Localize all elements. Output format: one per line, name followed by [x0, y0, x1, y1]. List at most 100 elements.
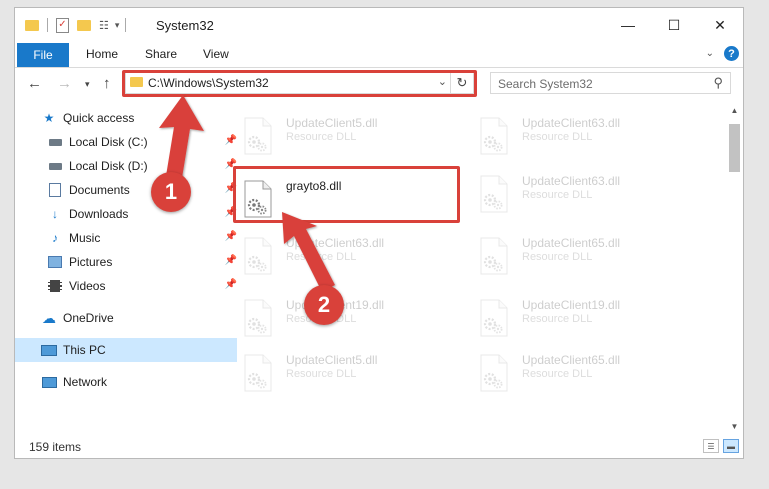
file-name: UpdateClient65.dll	[522, 236, 621, 250]
file-type: Resource DLL	[286, 368, 357, 380]
address-highlight-box	[122, 70, 477, 97]
sidebar-item-pictures[interactable]: Pictures 📌	[15, 250, 243, 274]
list-item[interactable]: UpdateClient63.dll Resource DLL	[471, 170, 691, 218]
minimize-icon: —	[621, 17, 635, 33]
maximize-icon: ☐	[667, 16, 681, 33]
file-highlight-box	[233, 166, 460, 223]
dll-file-icon	[475, 353, 513, 393]
scroll-down-icon[interactable]: ▼	[726, 418, 743, 434]
file-type: Resource DLL	[522, 189, 593, 201]
minimize-button[interactable]: —	[605, 8, 651, 42]
help-icon[interactable]: ?	[724, 46, 739, 61]
sidebar-item-label: Local Disk (C:)	[69, 135, 148, 149]
sidebar-item-local-disk-c[interactable]: Local Disk (C:) 📌	[15, 130, 243, 154]
tab-share[interactable]: Share	[145, 47, 177, 61]
dll-file-icon	[475, 174, 513, 214]
explorer-window: ✓ ☷ ▾ System32 — ☐ ✕ File Home Share Vie…	[14, 7, 744, 459]
view-toggle: ☰ ▬	[703, 439, 739, 453]
dropdown-icon[interactable]: ▾	[115, 20, 120, 31]
sidebar-item-label: OneDrive	[63, 311, 114, 325]
maximize-button[interactable]: ☐	[651, 8, 697, 42]
network-icon	[41, 375, 57, 389]
computer-icon	[41, 343, 57, 357]
list-item[interactable]: UpdateClient63.dll Resource DLL	[471, 112, 691, 160]
file-type: Resource DLL	[522, 368, 593, 380]
file-name: UpdateClient5.dll	[286, 116, 378, 130]
tab-home[interactable]: Home	[86, 47, 118, 61]
dll-file-icon	[239, 236, 277, 276]
tab-file[interactable]: File	[17, 43, 69, 67]
dll-file-icon	[475, 236, 513, 276]
separator	[47, 18, 48, 32]
sidebar-item-downloads[interactable]: ↓ Downloads 📌	[15, 202, 243, 226]
file-name: UpdateClient19.dll	[522, 298, 621, 312]
search-icon: ⚲	[713, 75, 723, 90]
tiles-view-icon[interactable]: ▬	[723, 439, 739, 453]
sidebar-item-network[interactable]: Network	[15, 370, 237, 394]
back-arrow-icon[interactable]: ←	[27, 75, 42, 92]
search-placeholder: Search System32	[498, 77, 593, 91]
sidebar-item-music[interactable]: ♪ Music 📌	[15, 226, 243, 250]
list-item[interactable]: UpdateClient65.dll Resource DLL	[471, 232, 691, 280]
dll-file-icon	[239, 116, 277, 156]
sidebar-item-label: Downloads	[69, 207, 129, 221]
separator	[125, 18, 127, 32]
scroll-thumb[interactable]	[729, 124, 740, 172]
ribbon-right-controls: ⌄ ?	[706, 46, 739, 61]
list-item[interactable]: UpdateClient5.dll Resource DLL	[235, 112, 455, 160]
folder-icon[interactable]	[25, 19, 39, 31]
close-button[interactable]: ✕	[697, 8, 743, 42]
file-name: UpdateClient63.dll	[522, 116, 621, 130]
dll-file-icon	[475, 116, 513, 156]
sidebar-item-documents[interactable]: Documents 📌	[15, 178, 243, 202]
tab-view[interactable]: View	[203, 47, 229, 61]
up-arrow-icon[interactable]: ↑	[103, 75, 111, 92]
sidebar-item-this-pc[interactable]: This PC	[15, 338, 237, 362]
recent-locations-icon[interactable]: ▾	[85, 79, 90, 90]
file-type: Resource DLL	[522, 251, 593, 263]
list-item[interactable]: UpdateClient19.dll Resource DLL	[235, 294, 455, 342]
sidebar-item-label: Quick access	[63, 111, 135, 125]
list-item[interactable]: UpdateClient5.dll Resource DLL	[235, 349, 455, 397]
forward-arrow-icon[interactable]: →	[57, 75, 72, 92]
window-title: System32	[156, 18, 214, 33]
file-type: Resource DLL	[522, 313, 593, 325]
title-bar: ✓ ☷ ▾ System32 — ☐ ✕	[15, 8, 743, 42]
list-item[interactable]: UpdateClient63.dll Resource DLL	[235, 232, 455, 280]
sidebar-item-label: Documents	[69, 183, 130, 197]
sidebar-item-label: Videos	[69, 279, 106, 293]
quick-access-toolbar: ✓ ☷ ▾	[25, 16, 127, 34]
vertical-scrollbar[interactable]: ▲ ▼	[726, 100, 743, 436]
item-count: 159 items	[29, 440, 82, 454]
file-name: UpdateClient63.dll	[286, 236, 385, 250]
videos-icon	[47, 279, 63, 293]
details-view-icon[interactable]: ☰	[703, 439, 719, 453]
cloud-icon: ☁	[42, 309, 56, 326]
scroll-up-icon[interactable]: ▲	[726, 102, 743, 118]
sidebar-item-label: Pictures	[69, 255, 113, 269]
sidebar-item-label: Network	[63, 375, 108, 389]
file-type: Resource DLL	[522, 131, 593, 143]
expand-ribbon-icon[interactable]: ⌄	[706, 48, 714, 59]
dll-file-icon	[239, 353, 277, 393]
list-item[interactable]: UpdateClient19.dll Resource DLL	[471, 294, 691, 342]
file-name: UpdateClient5.dll	[286, 353, 378, 367]
file-list: UpdateClient5.dll Resource DLL grayto8.d…	[213, 100, 728, 436]
sidebar-item-videos[interactable]: Videos 📌	[15, 274, 243, 298]
sidebar-item-local-disk-d[interactable]: Local Disk (D:) 📌	[15, 154, 243, 178]
properties-icon[interactable]: ✓	[56, 17, 69, 33]
file-name: UpdateClient63.dll	[522, 174, 621, 188]
music-icon: ♪	[52, 231, 58, 245]
file-type: Resource DLL	[286, 251, 357, 263]
sidebar-item-quick-access[interactable]: ★ Quick access	[15, 106, 237, 130]
sidebar-item-onedrive[interactable]: ☁ OneDrive	[15, 306, 237, 330]
ribbon-tabs: File Home Share View ⌄ ?	[15, 42, 743, 68]
new-folder-icon[interactable]	[77, 19, 91, 31]
file-type: Resource DLL	[286, 131, 357, 143]
list-item[interactable]: UpdateClient65.dll Resource DLL	[471, 349, 691, 397]
navigation-pane: ★ Quick access Local Disk (C:) 📌 Local D…	[15, 106, 237, 436]
view-icon[interactable]: ☷	[99, 19, 109, 32]
download-icon: ↓	[52, 207, 58, 221]
step-2-badge: 2	[304, 285, 344, 325]
search-input[interactable]: Search System32 ⚲	[490, 72, 731, 94]
